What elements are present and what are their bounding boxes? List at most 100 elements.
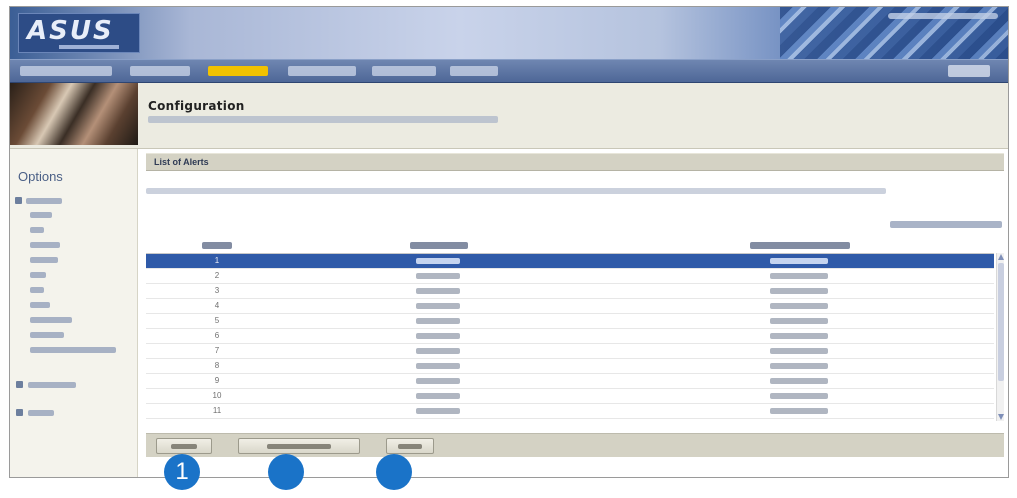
alert-level-cell	[416, 348, 460, 354]
nav-item-1[interactable]	[20, 66, 112, 76]
destination-address-cell	[770, 288, 828, 294]
column-header-alert-level[interactable]	[410, 242, 468, 249]
page-title: Configuration	[148, 99, 245, 113]
alert-level-cell	[416, 318, 460, 324]
table-row[interactable]: 11	[146, 404, 994, 419]
sidebar-subitem-2[interactable]	[30, 227, 44, 233]
button-bar	[146, 433, 1004, 457]
alert-level-cell	[416, 333, 460, 339]
destination-address-cell	[770, 273, 828, 279]
section-title: List of Alerts	[154, 157, 209, 167]
table-row[interactable]: 9	[146, 374, 994, 389]
alert-level-cell	[416, 273, 460, 279]
send-test-alert-button[interactable]	[238, 438, 360, 454]
destination-address-cell	[770, 363, 828, 369]
column-header-alert-number[interactable]	[202, 242, 232, 249]
destination-address-cell	[770, 408, 828, 414]
sidebar-heading: Options	[18, 169, 63, 184]
sidebar-subitem-8[interactable]	[30, 317, 72, 323]
sidebar-subitem-9[interactable]	[30, 332, 64, 338]
alert-level-cell	[416, 363, 460, 369]
column-header-destination-address[interactable]	[750, 242, 850, 249]
sidebar-subitem-4[interactable]	[30, 257, 58, 263]
callout-number: 1	[175, 458, 189, 485]
help-button[interactable]	[948, 65, 990, 77]
table-row[interactable]: 6	[146, 329, 994, 344]
alert-level-cell	[416, 288, 460, 294]
alert-number-cell: 10	[212, 391, 222, 400]
destination-address-cell	[770, 333, 828, 339]
table-row[interactable]: 10	[146, 389, 994, 404]
nav-item-6[interactable]	[450, 66, 498, 76]
modify-button-label	[171, 444, 197, 449]
sidebar-subitem-7[interactable]	[30, 302, 50, 308]
sidebar-item-alerts[interactable]	[30, 212, 52, 218]
logo-tagline	[59, 45, 119, 49]
sidebar-item-refresh[interactable]	[28, 382, 76, 388]
modify-button[interactable]	[156, 438, 212, 454]
nav-item-4[interactable]	[288, 66, 356, 76]
destination-address-cell	[770, 393, 828, 399]
table-row[interactable]: 3	[146, 284, 994, 299]
send-test-alert-button-label	[267, 444, 331, 449]
alert-table-count	[890, 221, 1002, 228]
scroll-up-icon[interactable]	[998, 254, 1004, 260]
callout-marker-3	[376, 454, 412, 490]
table-row[interactable]: 4	[146, 299, 994, 314]
sidebar: Options	[10, 149, 138, 477]
alert-number-cell: 9	[214, 376, 220, 385]
alert-number-cell: 7	[214, 346, 220, 355]
page-header: Configuration	[10, 83, 1008, 149]
table-row[interactable]: 8	[146, 359, 994, 374]
expand-icon[interactable]	[15, 197, 22, 204]
delete-button-label	[398, 444, 422, 449]
sidebar-subitem-5[interactable]	[30, 272, 46, 278]
logout-icon[interactable]	[16, 409, 23, 416]
alert-number-cell: 11	[212, 406, 222, 415]
destination-address-cell	[770, 318, 828, 324]
destination-address-cell	[770, 258, 828, 264]
sidebar-subitem-6[interactable]	[30, 287, 44, 293]
alert-level-cell	[416, 378, 460, 384]
callout-marker-1: 1	[164, 454, 200, 490]
alerts-table: 1 2 3 4 5 6 7 8 9 10 11	[146, 239, 1004, 423]
alert-number-cell: 3	[214, 286, 220, 295]
alert-level-cell	[416, 303, 460, 309]
nav-item-2[interactable]	[130, 66, 190, 76]
sidebar-subitem-3[interactable]	[30, 242, 60, 248]
alert-level-cell	[416, 408, 460, 414]
logo-wordmark: ASUS	[27, 16, 114, 46]
callout-marker-2	[268, 454, 304, 490]
main-nav	[10, 59, 1008, 83]
table-row[interactable]: 1	[146, 254, 994, 269]
alert-number-cell: 8	[214, 361, 220, 370]
sidebar-subitem-10[interactable]	[30, 347, 116, 353]
asus-logo: ASUS	[18, 13, 140, 53]
sidebar-item-configure[interactable]	[26, 198, 62, 204]
alert-number-cell: 5	[214, 316, 220, 325]
delete-button[interactable]	[386, 438, 434, 454]
scroll-thumb[interactable]	[998, 263, 1004, 381]
alert-number-cell: 1	[214, 256, 220, 265]
page-subtitle	[148, 116, 498, 123]
nav-item-5[interactable]	[372, 66, 436, 76]
section-description	[146, 188, 886, 194]
sidebar-item-logout[interactable]	[28, 410, 54, 416]
alert-number-cell: 4	[214, 301, 220, 310]
refresh-icon[interactable]	[16, 381, 23, 388]
nav-item-configuration[interactable]	[208, 66, 268, 76]
destination-address-cell	[770, 348, 828, 354]
table-row[interactable]: 2	[146, 269, 994, 284]
table-scrollbar[interactable]	[996, 253, 1004, 421]
banner-signature	[888, 13, 998, 19]
table-row[interactable]: 7	[146, 344, 994, 359]
scroll-down-icon[interactable]	[998, 414, 1004, 420]
destination-address-cell	[770, 303, 828, 309]
alert-level-cell	[416, 393, 460, 399]
alert-number-cell: 2	[214, 271, 220, 280]
banner-graphic	[780, 7, 1008, 59]
table-row[interactable]: 5	[146, 314, 994, 329]
browser-page: ASUS Configuration Options List of Alert…	[9, 6, 1009, 478]
alert-level-cell	[416, 258, 460, 264]
alert-number-cell: 6	[214, 331, 220, 340]
